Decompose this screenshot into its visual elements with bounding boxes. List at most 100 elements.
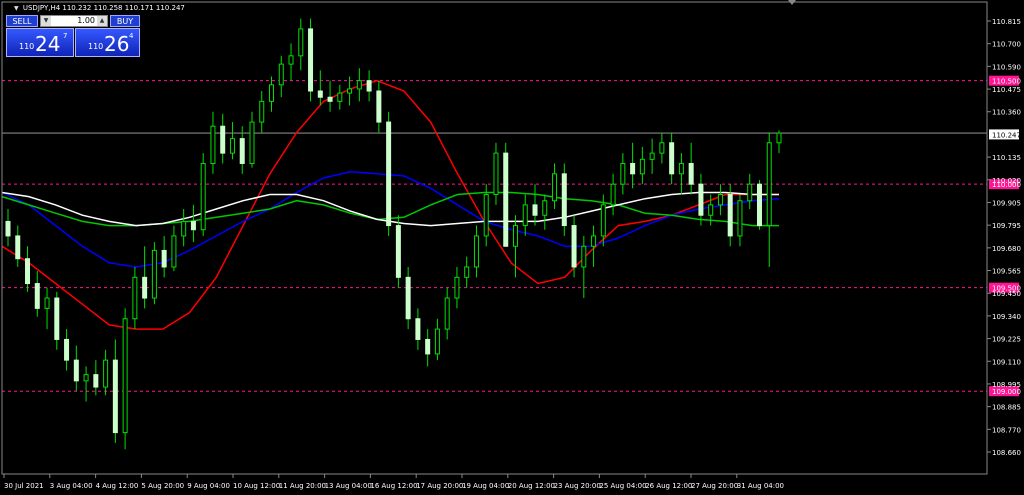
bull-candle-body	[542, 200, 548, 216]
bear-candle-body	[308, 28, 314, 92]
lot-size-field[interactable]: ▼ 1.00 ▲	[40, 15, 108, 27]
y-tick-label-11: 109.565	[992, 268, 1021, 276]
x-tick-label-1: 3 Aug 04:00	[50, 482, 93, 490]
price-chart[interactable]: 110.500110.000109.500109.000110.815110.7…	[0, 0, 1024, 495]
bull-candle-body	[122, 318, 128, 434]
candle[interactable]	[122, 308, 128, 450]
level-label-3: 109.000	[992, 388, 1021, 396]
y-tick-label-17: 108.885	[992, 404, 1021, 412]
bull-candle-body	[151, 249, 157, 299]
y-tick-label-7: 110.020	[992, 177, 1021, 185]
candle[interactable]	[395, 215, 401, 288]
bear-candle-body	[425, 338, 431, 355]
bear-candle-body	[415, 318, 421, 340]
bear-candle-body	[5, 220, 11, 237]
bull-candle-body	[717, 194, 723, 206]
candle[interactable]	[386, 111, 392, 236]
bull-candle-body	[210, 125, 216, 164]
candle[interactable]	[503, 142, 509, 247]
y-tick-label-9: 109.795	[992, 222, 1021, 230]
candle[interactable]	[200, 153, 206, 236]
bid-price-main: 24	[35, 32, 61, 56]
x-tick-label-2: 4 Aug 12:00	[96, 482, 139, 490]
chart-background	[0, 0, 1024, 495]
bull-candle-body	[591, 235, 597, 247]
bull-candle-body	[83, 374, 89, 382]
y-tick-label-12: 109.450	[992, 290, 1021, 298]
bear-candle-body	[571, 225, 577, 268]
y-tick-label-3: 110.475	[992, 86, 1021, 94]
bear-candle-body	[405, 276, 411, 320]
bull-candle-body	[620, 162, 626, 185]
bear-candle-body	[688, 162, 694, 185]
buy-price-button[interactable]: 110 26 4	[75, 28, 140, 57]
bull-candle-body	[454, 276, 460, 299]
bull-candle-body	[493, 152, 499, 196]
lot-decrease-icon[interactable]: ▼	[41, 16, 51, 26]
bull-candle-body	[171, 235, 177, 268]
bull-candle-body	[708, 204, 714, 216]
buy-button[interactable]: BUY	[110, 15, 140, 27]
bear-candle-body	[395, 225, 401, 278]
ask-price-main: 26	[104, 32, 130, 56]
bear-candle-body	[376, 90, 382, 123]
bull-candle-body	[552, 173, 558, 202]
bull-candle-body	[747, 183, 753, 202]
candle[interactable]	[561, 163, 567, 236]
candle[interactable]	[308, 18, 314, 102]
y-tick-label-18: 108.770	[992, 426, 1021, 434]
symbol-ohlc-text: USDJPY,H4 110.232 110.258 110.171 110.24…	[22, 4, 185, 12]
candle[interactable]	[151, 242, 157, 305]
level-label-0: 110.500	[992, 78, 1021, 86]
bull-candle-body	[259, 100, 265, 123]
collapse-caret-icon[interactable]: ▼	[14, 5, 19, 12]
y-tick-label-2: 110.590	[992, 63, 1021, 71]
bull-candle-body	[444, 297, 450, 330]
x-tick-label-5: 10 Aug 12:00	[233, 482, 280, 490]
bid-price-prefix: 110	[19, 42, 35, 51]
bull-candle-body	[229, 138, 235, 154]
bear-candle-body	[54, 297, 60, 340]
bear-candle-body	[64, 338, 70, 361]
bear-candle-body	[327, 96, 333, 102]
bear-candle-body	[727, 194, 733, 237]
bull-candle-body	[464, 266, 470, 278]
bull-candle-body	[512, 225, 518, 247]
bear-candle-body	[34, 283, 40, 309]
bear-candle-body	[73, 359, 79, 382]
bear-candle-body	[698, 183, 704, 216]
sell-price-button[interactable]: 110 24 7	[6, 28, 74, 57]
x-tick-label-0: 30 Jul 2021	[4, 482, 44, 490]
candle[interactable]	[756, 180, 762, 230]
x-tick-label-10: 19 Aug 04:00	[462, 482, 509, 490]
bull-candle-body	[473, 235, 479, 268]
x-tick-label-13: 25 Aug 04:00	[599, 482, 646, 490]
bull-candle-body	[678, 162, 684, 175]
bear-candle-body	[15, 235, 21, 260]
y-tick-label-4: 110.360	[992, 109, 1021, 117]
bull-candle-body	[649, 152, 655, 160]
bull-candle-body	[610, 183, 616, 206]
bull-candle-body	[581, 245, 587, 268]
lot-increase-icon[interactable]: ▲	[97, 16, 107, 26]
symbol-info: ▼ USDJPY,H4 110.232 110.258 110.171 110.…	[14, 4, 185, 12]
bull-candle-body	[600, 204, 606, 237]
x-tick-label-14: 26 Aug 12:00	[645, 482, 692, 490]
bear-candle-body	[142, 276, 148, 299]
bear-candle-body	[25, 258, 31, 285]
bear-candle-body	[190, 220, 196, 231]
y-tick-label-8: 109.905	[992, 199, 1021, 207]
x-tick-label-6: 11 Aug 20:00	[279, 482, 326, 490]
bear-candle-body	[630, 162, 636, 175]
bull-candle-body	[181, 220, 187, 237]
x-tick-label-15: 27 Aug 20:00	[691, 482, 738, 490]
chart-shift-marker-icon[interactable]	[788, 0, 796, 5]
lot-size-value[interactable]: 1.00	[53, 16, 95, 26]
one-click-trading-panel: SELL ▼ 1.00 ▲ BUY 110 24 7 110 26 4	[6, 15, 140, 57]
bear-candle-body	[561, 173, 567, 227]
y-tick-label-16: 108.995	[992, 381, 1021, 389]
y-tick-label-1: 110.700	[992, 41, 1021, 49]
x-tick-label-7: 13 Aug 04:00	[325, 482, 372, 490]
sell-button[interactable]: SELL	[6, 15, 38, 27]
x-tick-label-9: 17 Aug 20:00	[416, 482, 463, 490]
